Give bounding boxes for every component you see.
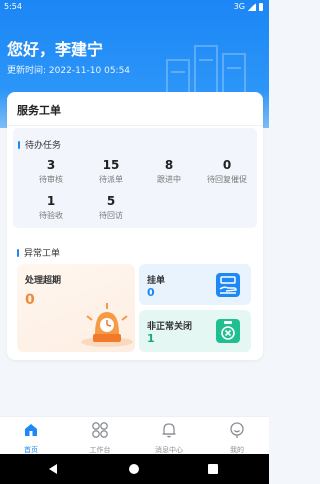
- stat-value: 3: [46, 158, 56, 172]
- section-marker: [18, 140, 20, 149]
- home-icon: [25, 424, 37, 436]
- abnormal-close-tile[interactable]: 非正常关闭 1: [139, 310, 251, 352]
- bell-icon: [162, 423, 176, 438]
- stat-pending-acceptance[interactable]: 1 待验收: [21, 194, 81, 221]
- abnormal-orders-label: 异常工单: [17, 246, 60, 259]
- back-icon[interactable]: [48, 464, 58, 474]
- stat-value: 1: [46, 194, 56, 208]
- greeting-title: 您好，李建宁: [7, 40, 104, 59]
- hang-label: 挂单: [147, 276, 166, 286]
- abnormal-close-label: 非正常关闭: [147, 322, 193, 332]
- user-icon: [230, 422, 244, 438]
- recents-icon[interactable]: [208, 464, 218, 474]
- stat-pending-review[interactable]: 3 待审核: [21, 158, 81, 185]
- stat-value: 5: [106, 194, 116, 208]
- stat-pending-dispatch[interactable]: 15 待派单: [81, 158, 141, 185]
- signal-icon: [248, 2, 256, 11]
- close-circle-icon: [216, 319, 240, 343]
- overdue-label: 处理超期: [25, 276, 62, 286]
- stat-label: 待审核: [39, 175, 63, 184]
- stat-label: 待验收: [39, 211, 63, 220]
- nav-mine[interactable]: 我的: [212, 421, 262, 455]
- status-time: 5:54: [4, 2, 22, 11]
- stat-label: 跟进中: [157, 175, 181, 184]
- divider: [7, 125, 263, 126]
- stat-value: 8: [164, 158, 174, 172]
- hang-value: 0: [147, 286, 155, 299]
- grid-icon: [92, 422, 108, 438]
- stat-value: 0: [222, 158, 232, 172]
- update-time: 更新时间: 2022-11-10 05:54: [7, 63, 130, 76]
- status-bar: 5:54 3G: [0, 0, 269, 14]
- stat-label: 待回复催促: [207, 175, 247, 184]
- alarm-clock-icon: [81, 303, 133, 347]
- nav-workbench[interactable]: 工作台: [75, 421, 125, 455]
- hand-document-icon: [216, 273, 240, 297]
- building-decoration: [166, 45, 246, 100]
- overdue-tile[interactable]: 处理超期 0: [17, 264, 135, 352]
- abnormal-orders-label-text: 异常工单: [24, 249, 61, 259]
- section-marker: [17, 248, 19, 257]
- update-time-label: 更新时间:: [7, 66, 47, 76]
- stat-label: 待回访: [99, 211, 123, 220]
- nav-messages[interactable]: 消息中心: [144, 421, 194, 455]
- hang-order-tile[interactable]: 挂单 0: [139, 264, 251, 305]
- service-order-card: 服务工单 待办任务 3 待审核 15 待派单 8 跟进中 0 待回复催促 1 待…: [7, 92, 263, 360]
- battery-icon: [259, 2, 263, 11]
- stat-following[interactable]: 8 跟进中: [139, 158, 199, 185]
- update-time-value: 2022-11-10 05:54: [48, 66, 131, 76]
- home-circle-icon[interactable]: [129, 464, 139, 474]
- stat-value: 15: [102, 158, 120, 172]
- stat-pending-reply[interactable]: 0 待回复催促: [197, 158, 257, 185]
- pending-tasks-label: 待办任务: [18, 138, 61, 151]
- card-title: 服务工单: [17, 104, 61, 117]
- nav-home[interactable]: 首页: [6, 421, 56, 455]
- pending-tasks-panel: 待办任务 3 待审核 15 待派单 8 跟进中 0 待回复催促 1 待验收 5 …: [13, 128, 257, 228]
- overdue-value: 0: [25, 292, 35, 308]
- bottom-nav: 首页 工作台 消息中心 我的: [0, 416, 269, 454]
- abnormal-close-value: 1: [147, 332, 155, 345]
- stat-pending-revisit[interactable]: 5 待回访: [81, 194, 141, 221]
- pending-tasks-label-text: 待办任务: [25, 141, 62, 151]
- network-label: 3G: [233, 2, 245, 11]
- system-nav-bar: [0, 454, 269, 484]
- stat-label: 待派单: [99, 175, 123, 184]
